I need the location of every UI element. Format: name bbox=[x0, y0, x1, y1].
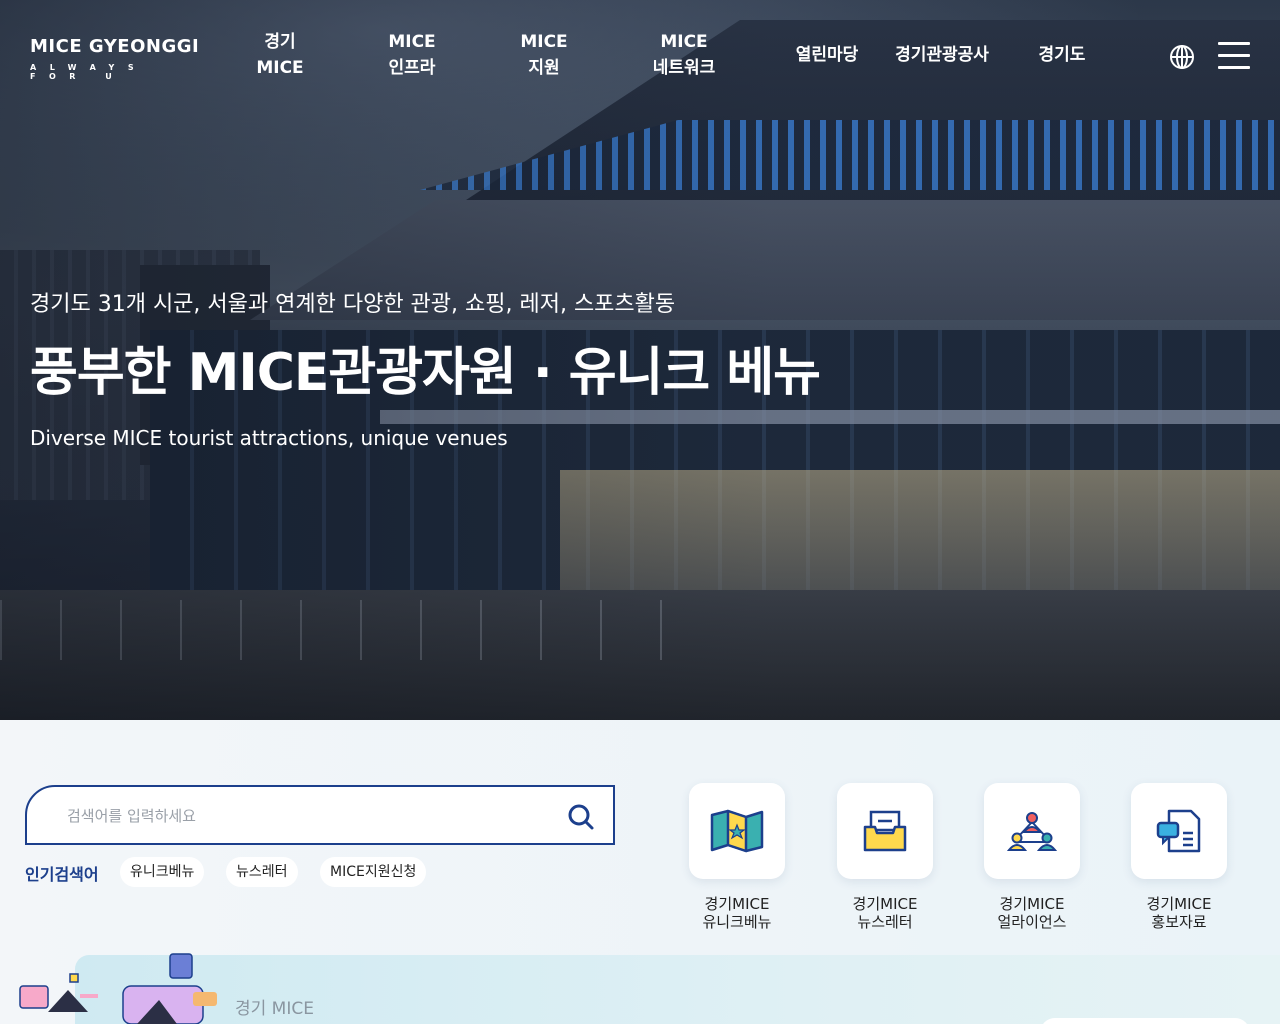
quick-link-line2: 유니크베뉴 bbox=[702, 913, 772, 931]
quick-link-line2: 뉴스레터 bbox=[857, 913, 913, 931]
quick-link-line2: 얼라이언스 bbox=[997, 913, 1067, 931]
phone-illustration-icon bbox=[18, 972, 108, 1024]
nav-item-mice-network[interactable]: MICE 네트워크 bbox=[638, 29, 730, 81]
megaphone-illustration-icon bbox=[115, 952, 225, 1024]
quick-link-line1: 경기MICE bbox=[852, 895, 918, 913]
quick-link-line1: 경기MICE bbox=[1146, 895, 1212, 913]
hero-subtitle: 경기도 31개 시군, 서울과 연계한 다양한 관광, 쇼핑, 레저, 스포츠활… bbox=[30, 292, 676, 317]
hamburger-menu-icon[interactable] bbox=[1218, 42, 1250, 70]
quick-link-alliance[interactable]: 경기MICE 얼라이언스 bbox=[967, 783, 1097, 931]
popular-keyword-chip[interactable]: 유니크베뉴 bbox=[120, 857, 205, 887]
search-box bbox=[25, 785, 615, 845]
popular-keyword-chip[interactable]: 뉴스레터 bbox=[226, 857, 298, 887]
nav-item-mice-infra[interactable]: MICE 인프라 bbox=[372, 29, 452, 81]
hero-title: 풍부한 MICE관광자원 · 유니크 베뉴 bbox=[30, 343, 821, 403]
search-icon[interactable] bbox=[567, 803, 595, 831]
quick-link-line1: 경기MICE bbox=[704, 895, 770, 913]
site-logo[interactable]: MICE GYEONGGI ALWAYS FOR U bbox=[30, 36, 220, 81]
inbox-tray-icon bbox=[837, 783, 933, 879]
banner-button[interactable] bbox=[1040, 1018, 1250, 1024]
document-chat-icon bbox=[1131, 783, 1227, 879]
quick-link-newsletter[interactable]: 경기MICE 뉴스레터 bbox=[820, 783, 950, 931]
nav-item-gyeonggi-mice[interactable]: 경기 MICE bbox=[244, 29, 316, 81]
map-icon bbox=[689, 783, 785, 879]
quick-link-unique-venue[interactable]: 경기MICE 유니크베뉴 bbox=[672, 783, 802, 931]
banner-label: 경기 MICE bbox=[235, 999, 314, 1019]
logo-main-text: MICE GYEONGGI bbox=[30, 36, 200, 57]
nav-item-tourism-org[interactable]: 경기관광공사 bbox=[888, 42, 996, 68]
quick-link-line2: 홍보자료 bbox=[1151, 913, 1207, 931]
popular-keyword-chip[interactable]: MICE지원신청 bbox=[320, 857, 427, 887]
site-header: MICE GYEONGGI ALWAYS FOR U 경기 MICE MICE … bbox=[0, 0, 1280, 110]
nav-item-open-forum[interactable]: 열린마당 bbox=[786, 42, 868, 68]
globe-icon[interactable] bbox=[1169, 44, 1195, 70]
quick-link-line1: 경기MICE bbox=[999, 895, 1065, 913]
hero-english-caption: Diverse MICE tourist attractions, unique… bbox=[30, 426, 508, 450]
quick-link-promo-materials[interactable]: 경기MICE 홍보자료 bbox=[1114, 783, 1244, 931]
logo-tagline: ALWAYS FOR U bbox=[30, 63, 148, 81]
popular-keywords-label: 인기검색어 bbox=[25, 865, 99, 884]
nav-item-mice-support[interactable]: MICE 지원 bbox=[508, 29, 580, 81]
nav-item-gyeonggi-province[interactable]: 경기도 bbox=[1030, 42, 1094, 68]
network-people-icon bbox=[984, 783, 1080, 879]
search-input[interactable] bbox=[67, 803, 547, 829]
